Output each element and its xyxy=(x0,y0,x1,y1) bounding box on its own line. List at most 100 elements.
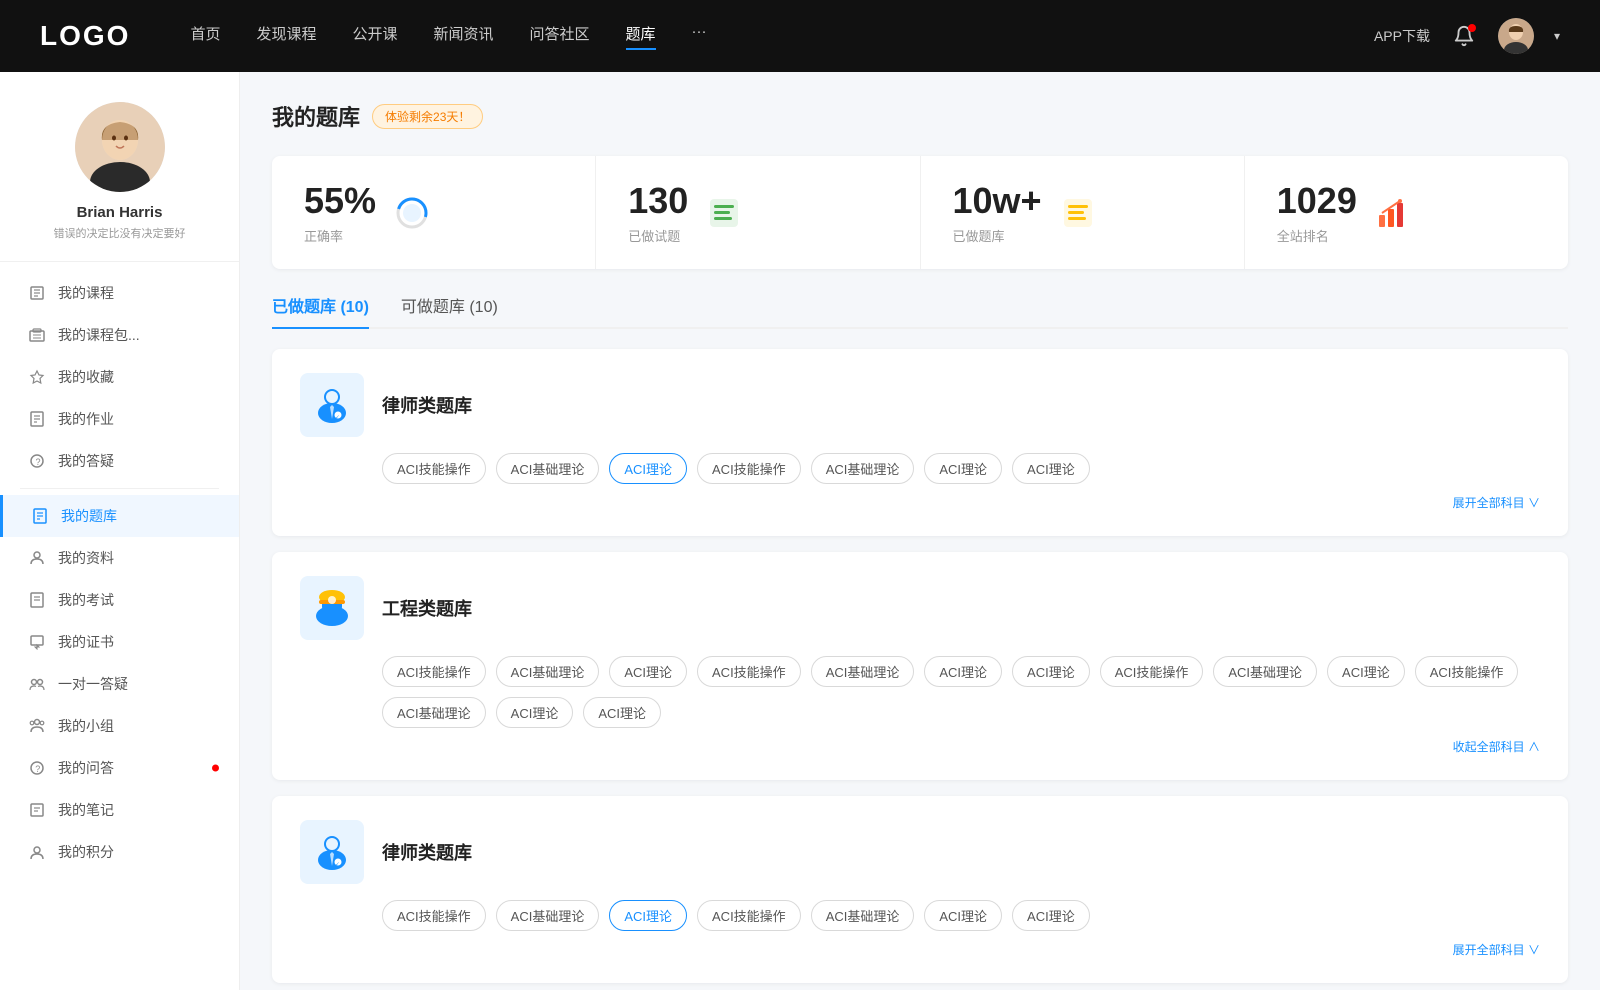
sidebar-item-label-questions: 我的答疑 xyxy=(58,451,114,471)
qb-tags-qb2: ACI技能操作 ACI基础理论 ACI理论 ACI技能操作 ACI基础理论 ACI理论 AC… xyxy=(300,656,1540,728)
expand-btn-qb3[interactable]: 展开全部科目 ∨ xyxy=(1453,943,1540,957)
qb-header-qb2: 工程类题库 xyxy=(300,576,1540,640)
sidebar-item-label-one-on-one: 一对一答疑 xyxy=(58,674,128,694)
stat-done-banks: 10w+ 已做题库 xyxy=(921,156,1245,269)
tag-qb2-1[interactable]: ACI基础理论 xyxy=(496,656,600,687)
sidebar-item-group[interactable]: 我的小组 xyxy=(0,705,239,747)
sidebar-item-question-bank[interactable]: 我的题库 xyxy=(0,495,239,537)
tag-qb3-2[interactable]: ACI理论 xyxy=(609,900,687,931)
tag-qb3-1[interactable]: ACI基础理论 xyxy=(496,900,600,931)
tag-qb2-13[interactable]: ACI理论 xyxy=(583,697,661,728)
tag-qb2-9[interactable]: ACI理论 xyxy=(1327,656,1405,687)
stats-row: 55% 正确率 130 已做试题 xyxy=(272,156,1568,269)
tag-qb2-7[interactable]: ACI技能操作 xyxy=(1100,656,1204,687)
tag-qb3-4[interactable]: ACI基础理论 xyxy=(811,900,915,931)
layout: Brian Harris 错误的决定比没有决定要好 我的课程我的课程包...我的… xyxy=(0,72,1600,990)
tag-qb1-4[interactable]: ACI基础理论 xyxy=(811,453,915,484)
course-pack-icon xyxy=(28,326,46,344)
homework-icon xyxy=(28,410,46,428)
done-questions-icon xyxy=(704,193,744,233)
tag-qb3-6[interactable]: ACI理论 xyxy=(1012,900,1090,931)
nav-link-问答社区[interactable]: 问答社区 xyxy=(530,23,590,50)
notification-bell[interactable] xyxy=(1450,22,1478,50)
tag-qb2-4[interactable]: ACI基础理论 xyxy=(811,656,915,687)
tab-0[interactable]: 已做题库 (10) xyxy=(272,293,369,327)
qb-name-qb3: 律师类题库 xyxy=(382,839,472,865)
avatar[interactable] xyxy=(1498,18,1534,54)
tag-qb1-6[interactable]: ACI理论 xyxy=(1012,453,1090,484)
svg-text:?: ? xyxy=(36,457,41,467)
qb1-icon: ✓ xyxy=(300,373,364,437)
user-menu-chevron[interactable]: ▾ xyxy=(1554,29,1560,43)
notification-dot xyxy=(1468,24,1476,32)
qb-name-qb2: 工程类题库 xyxy=(382,595,472,621)
tag-qb2-3[interactable]: ACI技能操作 xyxy=(697,656,801,687)
tag-qb1-5[interactable]: ACI理论 xyxy=(924,453,1002,484)
tab-1[interactable]: 可做题库 (10) xyxy=(401,293,498,327)
stat-rank-label: 全站排名 xyxy=(1277,226,1357,245)
my-questions-icon: ? xyxy=(28,759,46,777)
question-bank-icon xyxy=(31,507,49,525)
tag-qb2-10[interactable]: ACI技能操作 xyxy=(1415,656,1519,687)
qb-name-qb1: 律师类题库 xyxy=(382,392,472,418)
favorites-icon xyxy=(28,368,46,386)
sidebar-item-label-profile: 我的资料 xyxy=(58,548,114,568)
tag-qb1-2[interactable]: ACI理论 xyxy=(609,453,687,484)
tag-qb1-1[interactable]: ACI基础理论 xyxy=(496,453,600,484)
tag-qb2-0[interactable]: ACI技能操作 xyxy=(382,656,486,687)
sidebar-motto: 错误的决定比没有决定要好 xyxy=(54,225,186,241)
sidebar-item-label-exam: 我的考试 xyxy=(58,590,114,610)
sidebar-item-my-questions[interactable]: ?我的问答 xyxy=(0,747,239,789)
expand-btn-qb1[interactable]: 展开全部科目 ∨ xyxy=(1453,496,1540,510)
tag-qb3-0[interactable]: ACI技能操作 xyxy=(382,900,486,931)
stat-rank-value: 1029 xyxy=(1277,180,1357,222)
sidebar-item-questions[interactable]: ? 我的答疑 xyxy=(0,440,239,482)
sidebar-item-profile[interactable]: 我的资料 xyxy=(0,537,239,579)
sidebar-item-homework[interactable]: 我的作业 xyxy=(0,398,239,440)
stat-accuracy-value: 55% xyxy=(304,180,376,222)
sidebar-item-points[interactable]: 我的积分 xyxy=(0,831,239,873)
sidebar-item-favorites[interactable]: 我的收藏 xyxy=(0,356,239,398)
main-content: 我的题库 体验剩余23天！ 55% 正确率 xyxy=(240,72,1600,990)
qb-card-qb1: ✓ 律师类题库 ACI技能操作 ACI基础理论 ACI理论 ACI技能操作 ACI基础理论… xyxy=(272,349,1568,536)
sidebar-item-exam[interactable]: 我的考试 xyxy=(0,579,239,621)
tag-qb2-12[interactable]: ACI理论 xyxy=(496,697,574,728)
nav-link-···[interactable]: ··· xyxy=(692,23,707,50)
tag-qb2-5[interactable]: ACI理论 xyxy=(924,656,1002,687)
nav-link-发现课程[interactable]: 发现课程 xyxy=(256,23,316,50)
qb-header-qb3: ✓ 律师类题库 xyxy=(300,820,1540,884)
sidebar-menu: 我的课程我的课程包... 我的收藏我的作业? 我的答疑我的题库我的资料我的考试我的证… xyxy=(0,262,239,883)
tag-qb3-3[interactable]: ACI技能操作 xyxy=(697,900,801,931)
qb-footer-qb3: 展开全部科目 ∨ xyxy=(300,941,1540,959)
app-download-button[interactable]: APP下载 xyxy=(1374,26,1430,46)
stat-banks-label: 已做题库 xyxy=(953,226,1042,245)
nav-link-题库[interactable]: 题库 xyxy=(626,23,656,50)
tabs-row: 已做题库 (10) 可做题库 (10) xyxy=(272,293,1568,329)
qb-footer-qb2: 收起全部科目 ∧ xyxy=(300,738,1540,756)
tag-qb3-5[interactable]: ACI理论 xyxy=(924,900,1002,931)
page-title: 我的题库 xyxy=(272,100,360,132)
stat-rank: 1029 全站排名 xyxy=(1245,156,1568,269)
tag-qb1-3[interactable]: ACI技能操作 xyxy=(697,453,801,484)
sidebar-item-label-notes: 我的笔记 xyxy=(58,800,114,820)
question-bank-cards: ✓ 律师类题库 ACI技能操作 ACI基础理论 ACI理论 ACI技能操作 ACI基础理论… xyxy=(272,349,1568,983)
stat-banks-value: 10w+ xyxy=(953,180,1042,222)
sidebar-item-label-group: 我的小组 xyxy=(58,716,114,736)
logo: LOGO xyxy=(40,20,130,52)
sidebar-item-label-course-pack: 我的课程包... xyxy=(58,325,140,345)
sidebar-item-notes[interactable]: 我的笔记 xyxy=(0,789,239,831)
nav-link-新闻资讯[interactable]: 新闻资讯 xyxy=(434,23,494,50)
svg-text:✓: ✓ xyxy=(336,415,340,421)
sidebar-item-courses[interactable]: 我的课程 xyxy=(0,272,239,314)
tag-qb1-0[interactable]: ACI技能操作 xyxy=(382,453,486,484)
expand-btn-qb2[interactable]: 收起全部科目 ∧ xyxy=(1453,740,1540,754)
sidebar-item-course-pack[interactable]: 我的课程包... xyxy=(0,314,239,356)
sidebar-item-certificate[interactable]: 我的证书 xyxy=(0,621,239,663)
tag-qb2-6[interactable]: ACI理论 xyxy=(1012,656,1090,687)
tag-qb2-8[interactable]: ACI基础理论 xyxy=(1213,656,1317,687)
nav-link-公开课[interactable]: 公开课 xyxy=(352,23,397,50)
tag-qb2-11[interactable]: ACI基础理论 xyxy=(382,697,486,728)
tag-qb2-2[interactable]: ACI理论 xyxy=(609,656,687,687)
nav-link-首页[interactable]: 首页 xyxy=(190,23,220,50)
sidebar-item-one-on-one[interactable]: 一对一答疑 xyxy=(0,663,239,705)
